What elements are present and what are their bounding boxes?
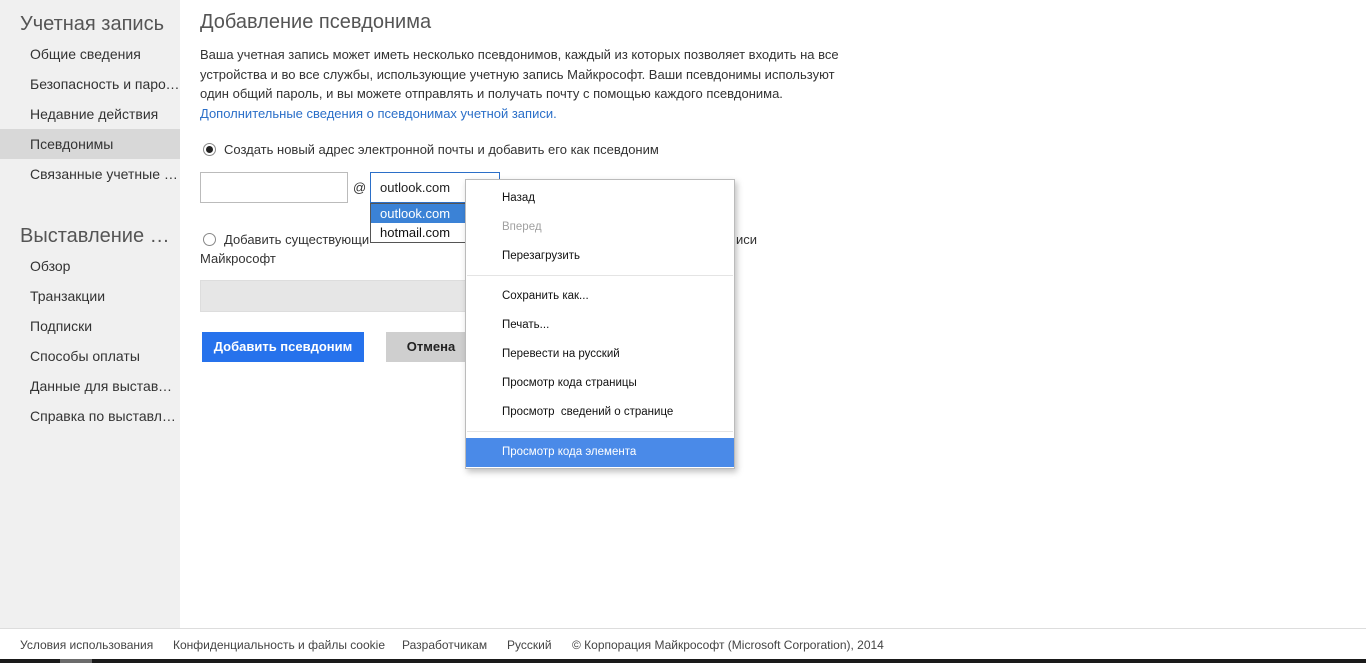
existing-email-input[interactable] (200, 280, 480, 312)
sidebar-item-overview[interactable]: Общие сведения (0, 39, 180, 69)
option-add-existing-label: Добавить существующи (224, 232, 370, 247)
menu-item-inspect[interactable]: Просмотр кода элемента (466, 438, 734, 467)
sidebar-item-subscriptions[interactable]: Подписки (0, 311, 180, 341)
footer-link-language[interactable]: Русский (507, 638, 552, 652)
footer-link-developers[interactable]: Разработчикам (402, 638, 487, 652)
at-sign: @ (353, 180, 367, 195)
footer-copyright: © Корпорация Майкрософт (Microsoft Corpo… (572, 638, 884, 652)
domain-option-hotmail[interactable]: hotmail.com (371, 223, 467, 242)
menu-separator (467, 275, 733, 276)
sidebar-item-aliases[interactable]: Псевдонимы (0, 129, 180, 159)
sidebar-item-security[interactable]: Безопасность и пароль (0, 69, 180, 99)
sidebar: Учетная запись Общие сведения Безопаснос… (0, 0, 180, 628)
description-text: Ваша учетная запись может иметь нескольк… (200, 47, 839, 101)
sidebar-item-transactions[interactable]: Транзакции (0, 281, 180, 311)
sidebar-header-billing: Выставление сч... (20, 225, 178, 247)
sidebar-item-payment-methods[interactable]: Способы оплаты (0, 341, 180, 371)
taskbar-strip (0, 659, 1366, 663)
option-add-existing-label-line2: Майкрософт (200, 251, 276, 266)
learn-more-link[interactable]: Дополнительные сведения о псевдонимах уч… (200, 106, 557, 121)
footer-link-terms[interactable]: Условия использования (20, 638, 153, 652)
menu-item-save-as[interactable]: Сохранить как... (466, 282, 734, 311)
sidebar-item-linked-accounts[interactable]: Связанные учетные з... (0, 159, 180, 189)
option-create-new-label: Создать новый адрес электронной почты и … (224, 142, 659, 157)
radio-add-existing[interactable] (203, 233, 216, 246)
menu-item-print[interactable]: Печать... (466, 311, 734, 340)
menu-item-reload[interactable]: Перезагрузить (466, 242, 734, 271)
sidebar-item-billing-data[interactable]: Данные для выставле... (0, 371, 180, 401)
menu-item-page-info[interactable]: Просмотр сведений о странице (466, 398, 734, 427)
menu-item-translate[interactable]: Перевести на русский (466, 340, 734, 369)
domain-dropdown-list: outlook.com hotmail.com (370, 203, 468, 243)
context-menu: Назад Вперед Перезагрузить Сохранить как… (465, 179, 735, 469)
add-alias-button[interactable]: Добавить псевдоним (202, 332, 364, 362)
taskbar-segment (60, 659, 92, 663)
footer-link-privacy[interactable]: Конфиденциальность и файлы cookie (173, 638, 385, 652)
sidebar-item-recent-activity[interactable]: Недавние действия (0, 99, 180, 129)
domain-option-outlook[interactable]: outlook.com (371, 204, 467, 223)
menu-item-view-source[interactable]: Просмотр кода страницы (466, 369, 734, 398)
menu-item-back[interactable]: Назад (466, 184, 734, 213)
page-title: Добавление псевдонима (200, 11, 432, 33)
menu-item-forward: Вперед (502, 221, 542, 233)
cancel-button[interactable]: Отмена (386, 332, 476, 362)
footer: Условия использования Конфиденциальность… (0, 628, 1366, 663)
radio-create-new[interactable] (203, 143, 216, 156)
page-description: Ваша учетная запись может иметь нескольк… (200, 45, 840, 123)
sidebar-header-account: Учетная запись (20, 13, 165, 35)
menu-separator (467, 431, 733, 432)
option-add-existing-label-tail: иси (736, 232, 758, 247)
sidebar-item-billing-overview[interactable]: Обзор (0, 251, 180, 281)
sidebar-item-billing-help[interactable]: Справка по выставле... (0, 401, 180, 431)
alias-name-input[interactable] (200, 172, 348, 203)
